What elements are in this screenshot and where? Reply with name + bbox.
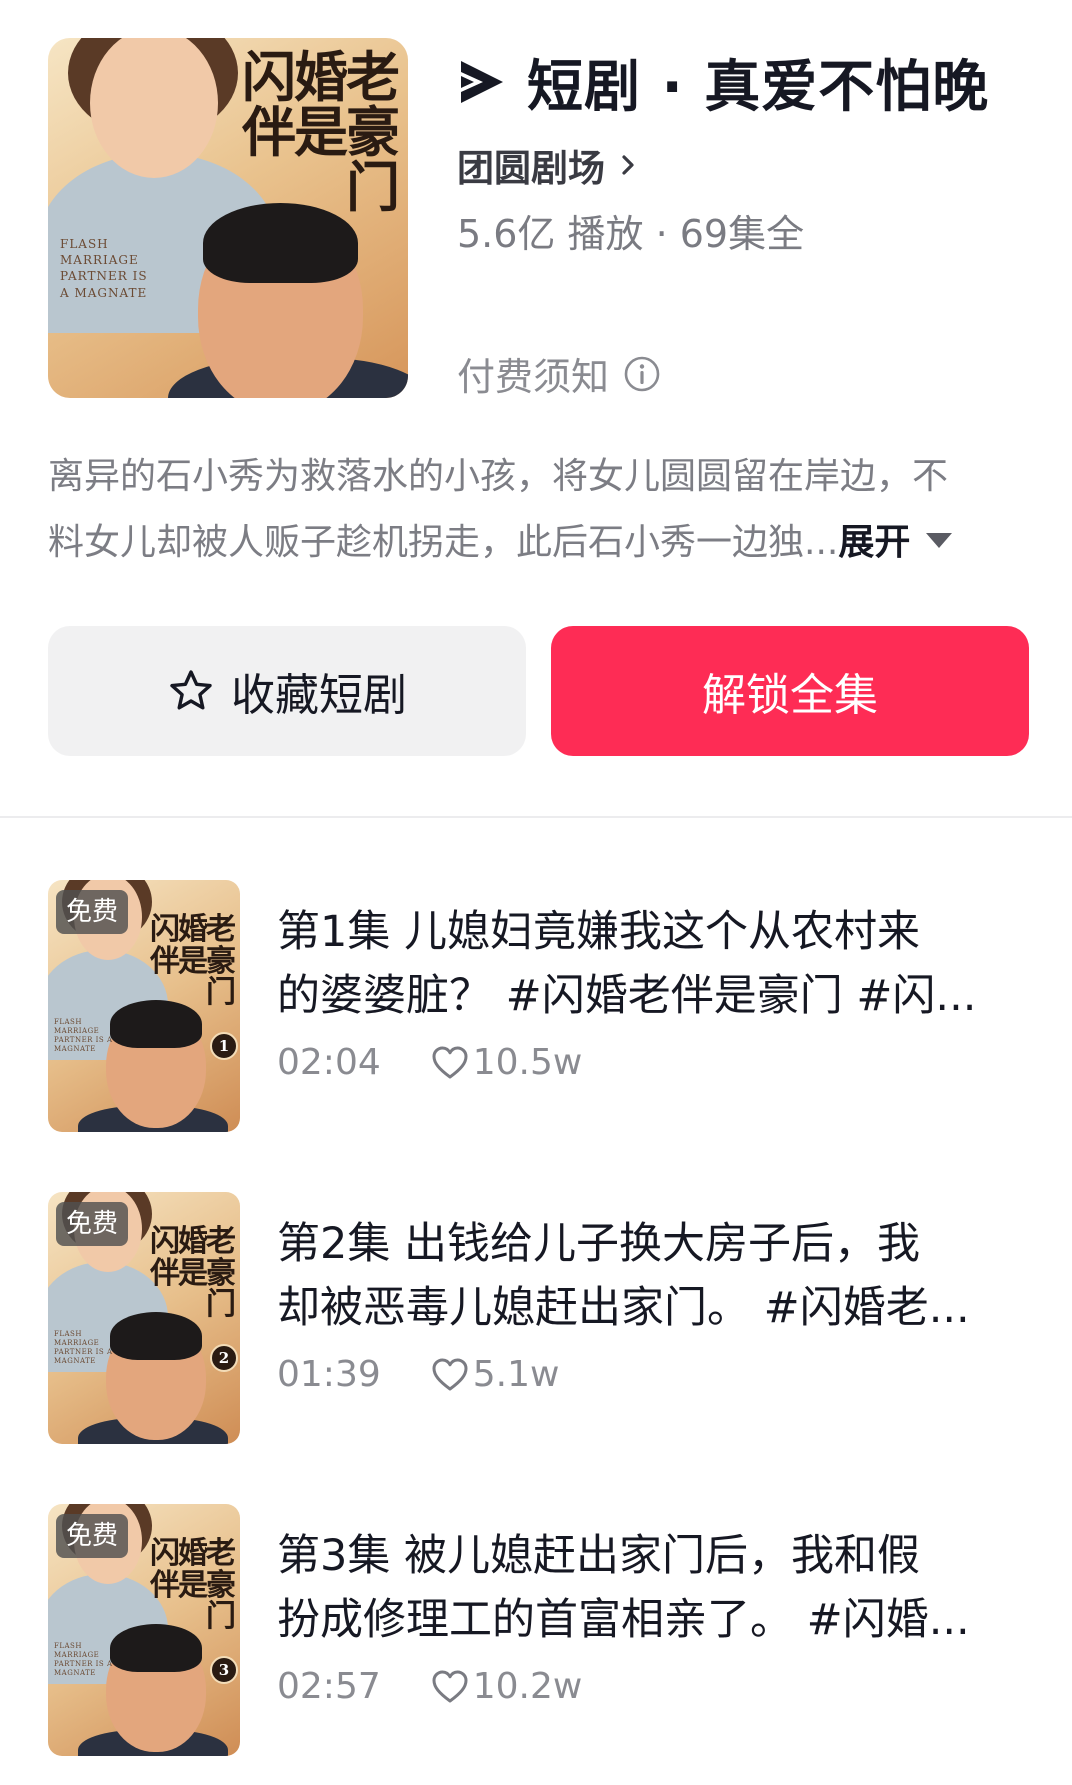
heart-icon xyxy=(432,1670,468,1702)
episode-title-line: 第1集 儿媳妇竟嫌我这个从农村来 xyxy=(277,907,921,957)
star-icon xyxy=(170,670,212,710)
episode-title-line: 第2集 出钱给儿子换大房子后，我 xyxy=(277,1219,921,1269)
drama-cover[interactable]: 闪婚老伴是豪门 FLASH MARRIAGE PARTNER IS A MAGN… xyxy=(48,38,408,398)
thumb-english-title: FLASH MARRIAGE PARTNER IS A MAGNATE xyxy=(54,1330,113,1366)
poster-woman-face xyxy=(90,38,218,178)
episode-title-line: 的婆婆脏？ #闪婚老伴是豪门 #闪... xyxy=(277,971,977,1021)
channel-link[interactable]: 团圆剧场 xyxy=(457,138,639,192)
play-stats: 5.6亿 播放 · 69集全 xyxy=(457,212,805,256)
thumb-title: 闪婚老伴是豪门 xyxy=(150,912,236,1010)
description-line: 料女儿却被人贩子趁机拐走，此后石小秀一边独...展开 xyxy=(48,510,1028,576)
episode-title: 第1集 儿媳妇竟嫌我这个从农村来 的婆婆脏？ #闪婚老伴是豪门 #闪... xyxy=(277,900,997,1028)
episode-duration: 01:39 xyxy=(277,1354,381,1395)
description-line: 离异的石小秀为救落水的小孩，将女儿圆圆留在岸边，不 xyxy=(48,456,949,497)
episode-duration: 02:57 xyxy=(277,1666,381,1707)
episode-item[interactable]: 闪婚老伴是豪门 FLASH MARRIAGE PARTNER IS A MAGN… xyxy=(0,1192,1072,1447)
episode-number-badge: 2 xyxy=(210,1344,238,1372)
episode-meta: 02:04 10.5w xyxy=(277,1042,582,1083)
drama-description: 离异的石小秀为救落水的小孩，将女儿圆圆留在岸边，不 料女儿却被人贩子趁机拐走，此… xyxy=(48,444,1028,576)
episode-likes: 10.2w xyxy=(472,1666,583,1707)
fee-notice-label: 付费须知 xyxy=(457,355,610,399)
drama-title: 短剧 · 真爱不怕晚 xyxy=(527,54,990,120)
heart-icon xyxy=(432,1046,468,1078)
episode-item[interactable]: 闪婚老伴是豪门 FLASH MARRIAGE PARTNER IS A MAGN… xyxy=(0,1504,1072,1759)
channel-name: 团圆剧场 xyxy=(457,147,605,190)
cover-title: 闪婚老伴是豪门 xyxy=(242,45,400,220)
caret-down-icon[interactable] xyxy=(926,532,953,548)
info-icon xyxy=(624,356,660,391)
episode-meta: 02:57 10.2w xyxy=(277,1666,582,1707)
episode-title-line: 却被恶毒儿媳赶出家门。 #闪婚老... xyxy=(277,1283,970,1333)
free-badge: 免费 xyxy=(56,1202,129,1246)
episode-thumbnail: 闪婚老伴是豪门 FLASH MARRIAGE PARTNER IS A MAGN… xyxy=(48,1192,240,1444)
short-drama-play-icon xyxy=(461,61,503,103)
free-badge: 免费 xyxy=(56,890,129,934)
episode-title-line: 扮成修理工的首富相亲了。 #闪婚... xyxy=(277,1595,970,1645)
episode-item[interactable]: 闪婚老伴是豪门 FLASH MARRIAGE PARTNER IS A MAGN… xyxy=(0,880,1072,1135)
episode-thumbnail: 闪婚老伴是豪门 FLASH MARRIAGE PARTNER IS A MAGN… xyxy=(48,1504,240,1756)
episode-title-line: 第3集 被儿媳赶出家门后，我和假 xyxy=(277,1531,921,1581)
free-badge: 免费 xyxy=(56,1514,129,1558)
episode-title: 第2集 出钱给儿子换大房子后，我 却被恶毒儿媳赶出家门。 #闪婚老... xyxy=(277,1212,997,1340)
episode-thumbnail: 闪婚老伴是豪门 FLASH MARRIAGE PARTNER IS A MAGN… xyxy=(48,880,240,1132)
episode-duration: 02:04 xyxy=(277,1042,381,1083)
heart-icon xyxy=(432,1358,468,1390)
thumb-title: 闪婚老伴是豪门 xyxy=(150,1536,236,1634)
cover-english-title: FLASH MARRIAGE PARTNER IS A MAGNATE xyxy=(60,237,148,300)
episode-meta: 01:39 5.1w xyxy=(277,1354,559,1395)
thumb-title: 闪婚老伴是豪门 xyxy=(150,1224,236,1322)
description-text: 料女儿却被人贩子趁机拐走，此后石小秀一边独... xyxy=(48,522,839,563)
episode-likes: 10.5w xyxy=(472,1042,583,1083)
unlock-all-button[interactable]: 解锁全集 xyxy=(551,626,1029,756)
expand-button[interactable]: 展开 xyxy=(838,522,910,563)
favorite-label: 收藏短剧 xyxy=(231,670,407,721)
drama-title-row: 短剧 · 真爱不怕晚 xyxy=(457,46,989,120)
chevron-right-icon xyxy=(622,155,634,175)
fee-notice-link[interactable]: 付费须知 xyxy=(457,346,661,401)
thumb-english-title: FLASH MARRIAGE PARTNER IS A MAGNATE xyxy=(54,1642,113,1678)
episode-number-badge: 1 xyxy=(210,1032,238,1060)
episode-likes: 5.1w xyxy=(472,1354,560,1395)
unlock-label: 解锁全集 xyxy=(702,670,878,721)
episode-number-badge: 3 xyxy=(210,1656,238,1684)
thumb-english-title: FLASH MARRIAGE PARTNER IS A MAGNATE xyxy=(54,1018,113,1054)
favorite-drama-button[interactable]: 收藏短剧 xyxy=(48,626,526,756)
episode-title: 第3集 被儿媳赶出家门后，我和假 扮成修理工的首富相亲了。 #闪婚... xyxy=(277,1524,997,1652)
section-divider xyxy=(0,816,1072,818)
